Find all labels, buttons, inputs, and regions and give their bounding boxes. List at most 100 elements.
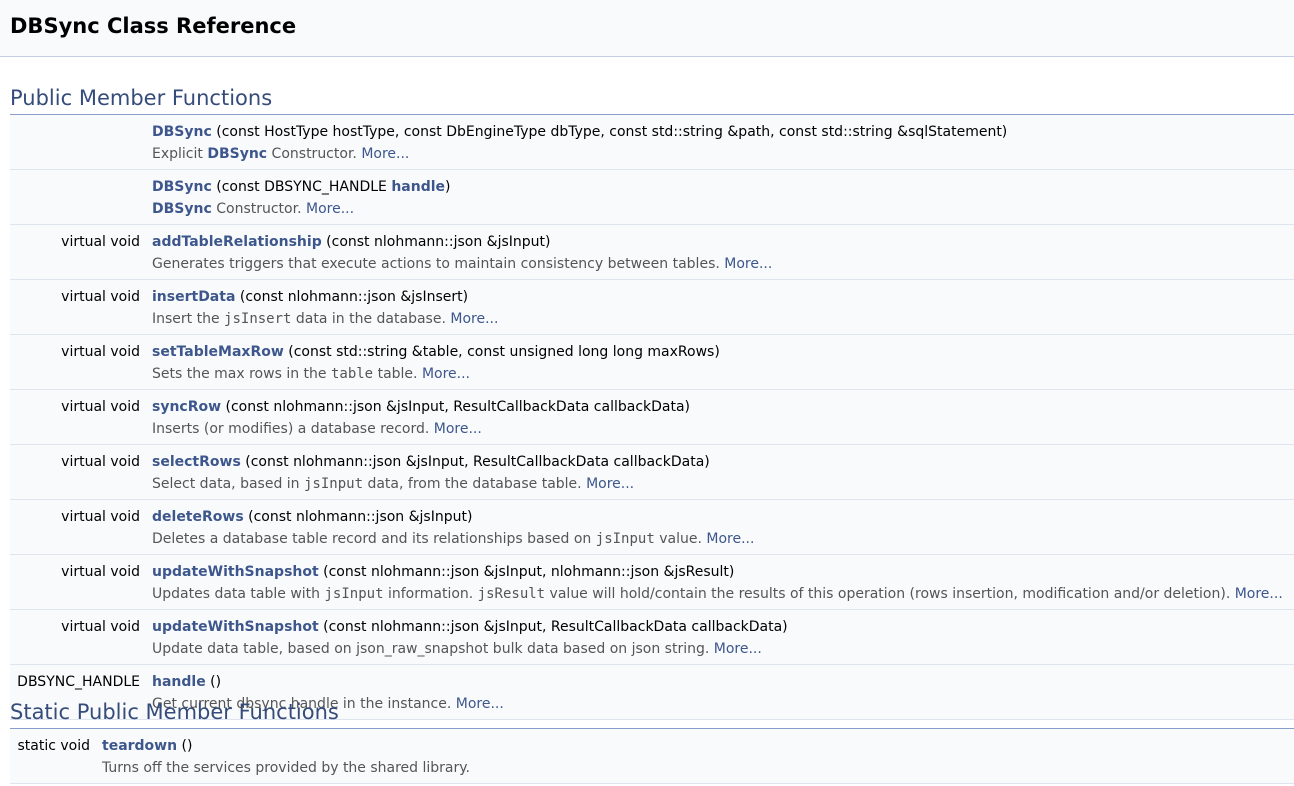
member-return-type [10,169,152,197]
more-link[interactable]: More... [1235,586,1283,602]
more-link[interactable]: More... [306,201,354,217]
member-name-link[interactable]: addTableRelationship [152,234,322,250]
member-name-link[interactable]: deleteRows [152,509,244,525]
member-name-link[interactable]: setTableMaxRow [152,344,284,360]
member-return-type: virtual void [10,609,152,637]
member-description: Update data table, based on json_raw_sna… [152,637,1294,665]
member-signature: insertData (const nlohmann::json &jsInse… [152,279,1294,307]
desc-spacer [10,197,152,225]
member-signature: updateWithSnapshot (const nlohmann::json… [152,609,1294,637]
text-fragment: Updates data table with [152,586,325,602]
member-return-type: virtual void [10,334,152,362]
text-fragment: data, from the database table. [363,476,587,492]
more-link[interactable]: More... [706,531,754,547]
member-name-link[interactable]: DBSync [152,124,212,140]
member-return-type: static void [10,729,102,756]
member-desc-row: Generates triggers that execute actions … [10,252,1294,280]
member-params: (const nlohmann::json &jsInput) [321,234,551,250]
member-name-link[interactable]: insertData [152,289,235,305]
member-signature: syncRow (const nlohmann::json &jsInput, … [152,389,1294,417]
text-fragment: data in the database. [291,311,451,327]
member-params: (const nlohmann::json &jsInput, ResultCa… [221,399,691,415]
text-fragment: Explicit [152,146,208,162]
member-signature: selectRows (const nlohmann::json &jsInpu… [152,444,1294,472]
member-row: DBSync (const DBSYNC_HANDLE handle) [10,169,1294,197]
class-ref-link[interactable]: handle [391,179,445,195]
member-signature: updateWithSnapshot (const nlohmann::json… [152,554,1294,582]
member-name-link[interactable]: teardown [102,738,177,754]
member-signature: addTableRelationship (const nlohmann::js… [152,224,1294,252]
member-name-link[interactable]: DBSync [152,179,212,195]
member-name-link[interactable]: updateWithSnapshot [152,564,319,580]
member-name-link[interactable]: selectRows [152,454,241,470]
member-desc-row: Turns off the services provided by the s… [10,756,1294,784]
more-link[interactable]: More... [456,696,504,712]
member-params: (const nlohmann::json &jsInput, nlohmann… [318,564,735,580]
member-row: DBSYNC_HANDLE handle () [10,664,1294,692]
text-fragment: Turns off the services provided by the s… [102,760,471,776]
class-ref-link[interactable]: DBSync [207,146,267,162]
member-params: (const nlohmann::json &jsInsert) [235,289,469,305]
member-return-type: virtual void [10,279,152,307]
member-return-type: DBSYNC_HANDLE [10,664,152,692]
static-member-table: static void teardown () Turns off the serv… [10,729,1294,784]
class-ref-link[interactable]: DBSync [152,201,212,217]
member-return-type: virtual void [10,224,152,252]
desc-spacer [10,527,152,555]
member-row: virtual void updateWithSnapshot (const nl… [10,609,1294,637]
member-return-type [10,115,152,142]
text-fragment: Constructor. [211,201,306,217]
desc-spacer [10,417,152,445]
more-link[interactable]: More... [714,641,762,657]
text-fragment: Deletes a database table record and its … [152,531,596,547]
member-params: (const HostType hostType, const DbEngine… [211,124,1008,140]
text-fragment: information. [383,586,478,602]
member-description: Inserts (or modifies) a database record.… [152,417,1294,445]
member-return-type: virtual void [10,499,152,527]
public-member-table: DBSync (const HostType hostType, const D… [10,115,1294,720]
text-fragment: Sets the max rows in the [152,366,331,382]
text-fragment: value will hold/contain the results of t… [545,586,1235,602]
code-parameter: table [330,366,374,382]
desc-spacer [10,142,152,170]
page-header: DBSync Class Reference [0,0,1294,57]
more-link[interactable]: More... [434,421,482,437]
member-description: Explicit DBSync Constructor. More... [152,142,1294,170]
member-row: virtual void selectRows (const nlohmann::… [10,444,1294,472]
member-params: (const std::string &table, const unsigne… [283,344,720,360]
member-name-link[interactable]: handle [152,674,206,690]
code-parameter: jsInput [304,476,364,492]
text-fragment: Update data table, based on json_raw_sna… [152,641,714,657]
text-fragment: Insert the [152,311,225,327]
section-heading-static: Static Public Member Functions [10,700,339,724]
member-desc-row: Insert the jsInsert data in the database… [10,307,1294,335]
desc-spacer [10,582,152,610]
member-row: virtual void syncRow (const nlohmann::jso… [10,389,1294,417]
member-params: (const nlohmann::json &jsInput) [243,509,473,525]
member-row: virtual void insertData (const nlohmann::… [10,279,1294,307]
text-fragment: Constructor. [267,146,362,162]
desc-spacer [10,756,102,784]
text-fragment: value. [654,531,707,547]
member-description: Sets the max rows in the table table. Mo… [152,362,1294,390]
more-link[interactable]: More... [724,256,772,272]
member-description: DBSync Constructor. More... [152,197,1294,225]
member-name-link[interactable]: syncRow [152,399,221,415]
more-link[interactable]: More... [586,476,634,492]
member-desc-row: Select data, based in jsInput data, from… [10,472,1294,500]
member-row: virtual void addTableRelationship (const … [10,224,1294,252]
text-fragment: table. [373,366,422,382]
text-fragment: (const DBSYNC_HANDLE [211,179,392,195]
desc-spacer [10,362,152,390]
member-description: Deletes a database table record and its … [152,527,1294,555]
member-params: () [205,674,222,690]
member-row: static void teardown () [10,729,1294,756]
more-link[interactable]: More... [422,366,470,382]
member-signature: DBSync (const DBSYNC_HANDLE handle) [152,169,1294,197]
more-link[interactable]: More... [361,146,409,162]
member-row: virtual void deleteRows (const nlohmann::… [10,499,1294,527]
member-name-link[interactable]: updateWithSnapshot [152,619,319,635]
member-desc-row: Update data table, based on json_raw_sna… [10,637,1294,665]
member-return-type: virtual void [10,444,152,472]
more-link[interactable]: More... [450,311,498,327]
